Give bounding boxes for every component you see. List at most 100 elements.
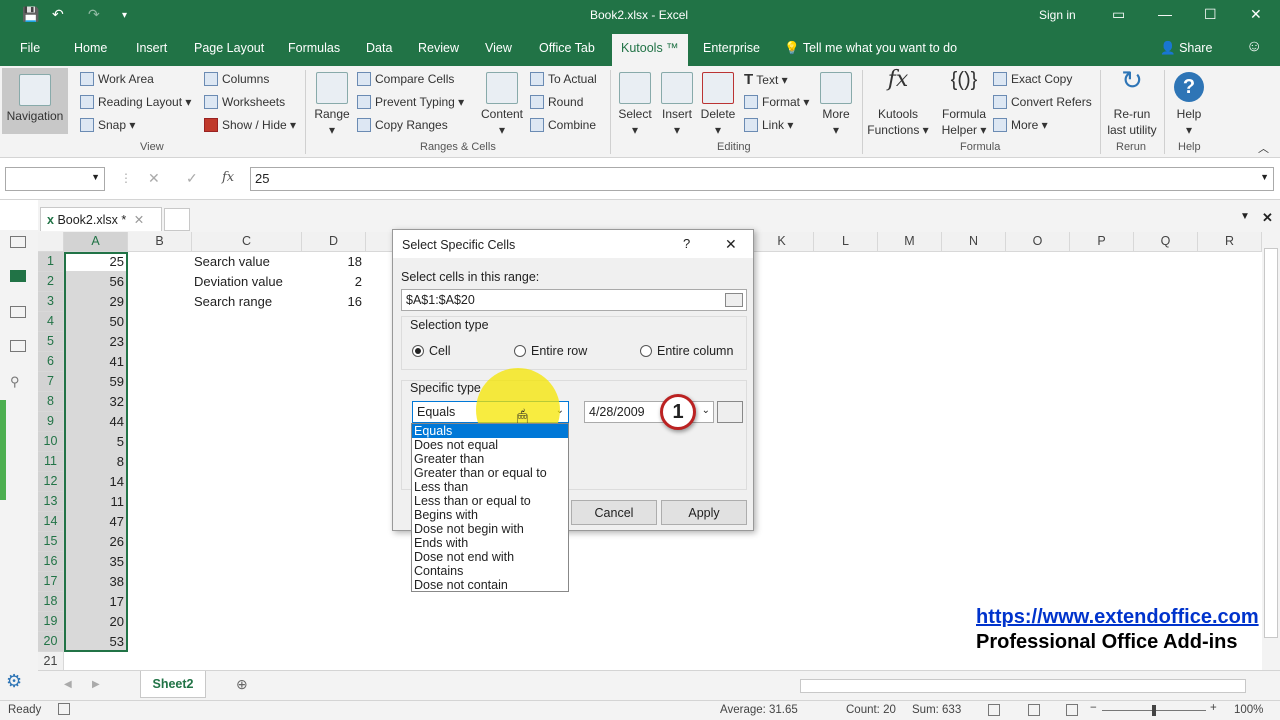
help-button[interactable]: ? Help ▾ [1168, 72, 1210, 138]
undo-icon[interactable]: ↶ [52, 6, 64, 23]
compare-cells-button[interactable]: Compare Cells [357, 72, 454, 86]
dialog-help-icon[interactable]: ? [683, 236, 690, 251]
column-header[interactable]: P [1070, 232, 1134, 252]
tab-insert[interactable]: Insert [136, 41, 167, 55]
prev-sheet-icon[interactable]: ◀ [64, 679, 72, 690]
zoom-slider-thumb[interactable] [1152, 705, 1156, 716]
convert-refers-button[interactable]: Convert Refers [993, 95, 1092, 109]
table-cell[interactable]: 11 [64, 492, 125, 512]
select-all-corner[interactable] [38, 232, 64, 252]
row-header[interactable]: 20 [38, 632, 64, 652]
column-header[interactable]: K [750, 232, 814, 252]
tab-formulas[interactable]: Formulas [288, 41, 340, 55]
link-button[interactable]: Link ▾ [744, 118, 793, 132]
formula-helper-button[interactable]: {()} Formula Helper ▾ [938, 70, 990, 138]
column-header[interactable]: C [192, 232, 302, 252]
row-header[interactable]: 5 [38, 332, 64, 352]
insert-button[interactable]: Insert ▾ [657, 72, 697, 138]
column-header[interactable]: D [302, 232, 366, 252]
navigation-button[interactable]: Navigation [2, 68, 68, 134]
round-button[interactable]: Round [530, 95, 583, 109]
tab-list-dropdown-icon[interactable]: ▼ [1240, 211, 1250, 222]
table-cell[interactable]: 59 [64, 372, 124, 392]
dropdown-option[interactable]: Equals [412, 424, 568, 438]
dropdown-option[interactable]: Ends with [412, 536, 568, 550]
zoom-out-icon[interactable]: − [1090, 702, 1097, 714]
name-box[interactable]: ▼ [5, 167, 105, 191]
table-cell[interactable]: 38 [64, 572, 124, 592]
table-cell[interactable]: 32 [64, 392, 124, 412]
table-cell[interactable]: 53 [64, 632, 124, 652]
minimize-icon[interactable]: — [1158, 6, 1172, 22]
dropdown-option[interactable]: Contains [412, 564, 568, 578]
column-list-icon[interactable] [10, 340, 26, 352]
value-picker-icon[interactable] [717, 401, 743, 423]
share-button[interactable]: 👤 Share [1160, 41, 1212, 56]
column-header[interactable]: R [1198, 232, 1262, 252]
row-header[interactable]: 21 [38, 652, 64, 672]
cancel-entry-icon[interactable]: ✕ [148, 170, 160, 187]
table-cell[interactable]: 56 [64, 272, 124, 292]
row-header[interactable]: 6 [38, 352, 64, 372]
snap-button[interactable]: Snap ▾ [80, 118, 135, 132]
more-editing-button[interactable]: More ▾ [816, 72, 856, 138]
content-button[interactable]: Content ▾ [478, 72, 526, 138]
table-cell[interactable]: 41 [64, 352, 124, 372]
save-icon[interactable]: 💾 [22, 6, 39, 23]
sheet-tab-sheet2[interactable]: Sheet2 [140, 671, 206, 698]
range-picker-icon[interactable] [725, 293, 743, 307]
table-cell[interactable]: 23 [64, 332, 124, 352]
reading-layout-button[interactable]: Reading Layout ▾ [80, 95, 191, 109]
dropdown-option[interactable]: Does not equal [412, 438, 568, 452]
range-input[interactable]: $A$1:$A$20 [401, 289, 747, 311]
row-header[interactable]: 11 [38, 452, 64, 472]
more-formula-button[interactable]: More ▾ [993, 118, 1048, 132]
row-header[interactable]: 17 [38, 572, 64, 592]
row-header[interactable]: 7 [38, 372, 64, 392]
table-cell[interactable]: Search value [194, 252, 270, 272]
kutools-functions-button[interactable]: fx Kutools Functions ▾ [866, 69, 930, 138]
new-tab-button[interactable] [164, 208, 190, 231]
collapse-ribbon-icon[interactable]: ︿ [1258, 140, 1269, 156]
page-break-view-icon[interactable] [1066, 704, 1078, 716]
autotext-icon[interactable] [10, 270, 26, 282]
table-cell[interactable]: 35 [64, 552, 124, 572]
close-icon[interactable]: ✕ [1250, 6, 1262, 23]
tab-view[interactable]: View [485, 41, 512, 55]
delete-button[interactable]: Delete ▾ [698, 72, 738, 138]
dropdown-option[interactable]: Less than [412, 480, 568, 494]
row-header[interactable]: 19 [38, 612, 64, 632]
row-header[interactable]: 3 [38, 292, 64, 312]
range-button[interactable]: Range ▾ [312, 72, 352, 138]
dropdown-option[interactable]: Begins with [412, 508, 568, 522]
row-header[interactable]: 1 [38, 252, 64, 272]
row-header[interactable]: 9 [38, 412, 64, 432]
new-sheet-icon[interactable]: ⊕ [236, 676, 248, 693]
settings-gear-icon[interactable]: ⚙ [6, 671, 22, 692]
tab-data[interactable]: Data [366, 41, 392, 55]
customize-qat-icon[interactable]: ▾ [122, 10, 127, 21]
table-cell[interactable]: 20 [64, 612, 124, 632]
column-header[interactable]: L [814, 232, 878, 252]
smiley-icon[interactable]: ☺ [1246, 38, 1262, 56]
column-header[interactable]: O [1006, 232, 1070, 252]
name-box-dropdown-icon[interactable]: ▼ [91, 172, 100, 182]
table-cell[interactable]: Search range [194, 292, 272, 312]
show-hide-button[interactable]: Show / Hide ▾ [204, 118, 296, 132]
row-header[interactable]: 16 [38, 552, 64, 572]
table-cell[interactable]: 25 [64, 252, 124, 272]
column-header[interactable]: M [878, 232, 942, 252]
table-cell[interactable]: 44 [64, 412, 124, 432]
radio-entire-column[interactable]: Entire column [640, 344, 733, 358]
text-button[interactable]: T Text ▾ [744, 71, 788, 88]
vertical-scrollbar[interactable] [1262, 232, 1280, 670]
row-header[interactable]: 15 [38, 532, 64, 552]
work-area-button[interactable]: Work Area [80, 72, 154, 86]
normal-view-icon[interactable] [988, 704, 1000, 716]
tab-page-layout[interactable]: Page Layout [194, 41, 264, 55]
vertical-scroll-thumb[interactable] [1264, 248, 1278, 638]
column-header[interactable]: N [942, 232, 1006, 252]
close-workbook-icon[interactable]: ✕ [1262, 210, 1273, 226]
tab-enterprise[interactable]: Enterprise [703, 41, 760, 55]
maximize-icon[interactable]: ☐ [1204, 6, 1217, 23]
